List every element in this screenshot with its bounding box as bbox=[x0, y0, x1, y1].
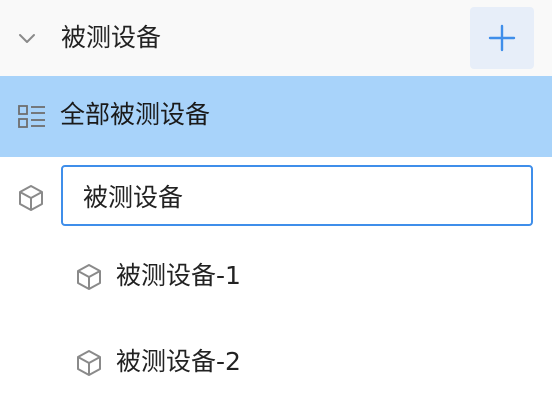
cube-icon bbox=[19, 185, 43, 211]
list-icon bbox=[18, 105, 45, 128]
tree-item-device-2[interactable]: 被测设备-2 bbox=[0, 320, 552, 406]
cube-icon bbox=[77, 350, 101, 376]
tree-item-label: 被测设备-1 bbox=[116, 261, 241, 290]
device-tree-panel: 被测设备 全部被测设备 被测设备-1 bbox=[0, 0, 552, 410]
tree-group-header[interactable]: 被测设备 bbox=[0, 0, 552, 76]
group-title: 被测设备 bbox=[61, 23, 162, 52]
chevron-down-icon[interactable] bbox=[14, 26, 40, 52]
add-device-button[interactable] bbox=[470, 7, 534, 69]
cube-icon bbox=[77, 264, 101, 290]
tree-item-all-devices[interactable]: 全部被测设备 bbox=[0, 76, 552, 157]
tree-item-label: 被测设备-2 bbox=[116, 347, 241, 376]
rename-input[interactable] bbox=[61, 165, 533, 226]
tree-item-editing bbox=[0, 157, 552, 237]
tree-item-label: 全部被测设备 bbox=[60, 100, 211, 129]
tree-item-device-1[interactable]: 被测设备-1 bbox=[0, 234, 552, 320]
plus-icon bbox=[488, 24, 516, 52]
